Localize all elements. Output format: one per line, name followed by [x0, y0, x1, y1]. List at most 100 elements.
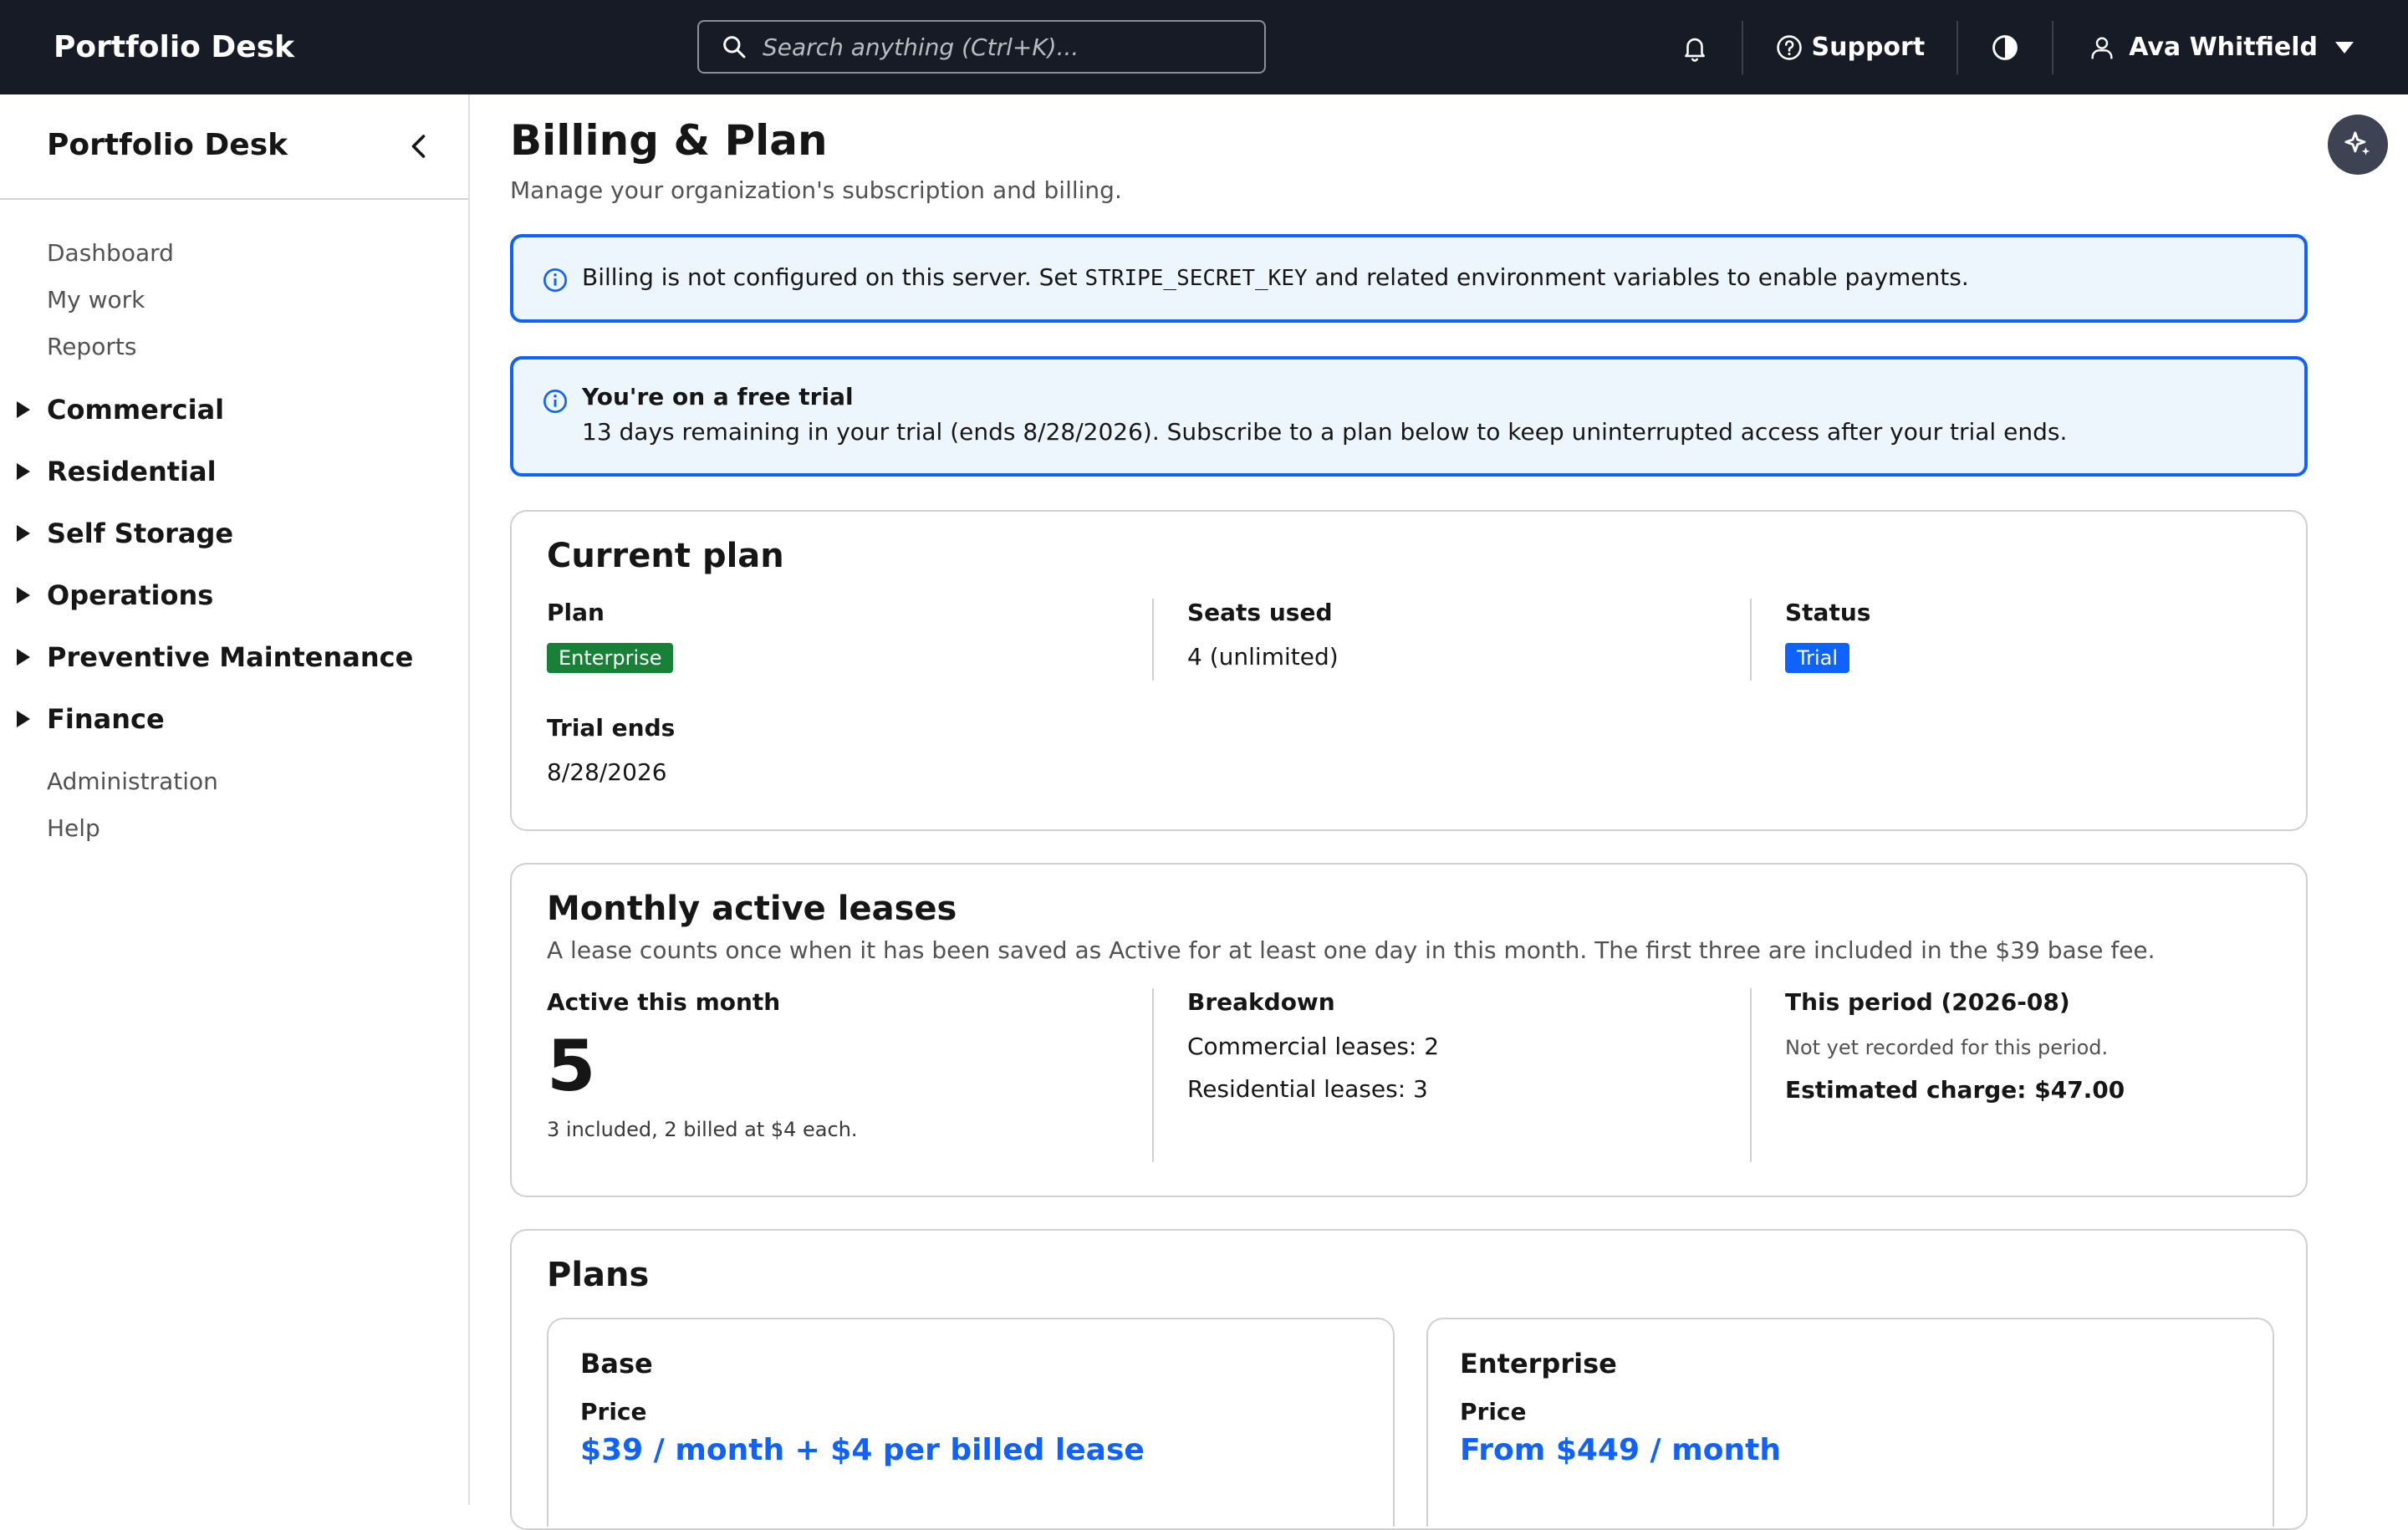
- current-plan-card: Current plan Plan Enterprise Seats used …: [510, 510, 2308, 831]
- search-icon: [723, 36, 746, 59]
- info-icon: [543, 268, 567, 292]
- trial-ends-label: Trial ends: [547, 714, 676, 742]
- page-subtitle: Manage your organization's subscription …: [510, 176, 1122, 204]
- plan-price-label: Price: [1460, 1398, 1527, 1425]
- sidebar-group-residential[interactable]: Residential: [0, 441, 468, 502]
- theme-toggle-button[interactable]: [1958, 0, 2052, 94]
- env-var-code: STRIPE_SECRET_KEY: [1084, 266, 1308, 291]
- plan-option-base[interactable]: Base Price $39 / month + $4 per billed l…: [547, 1318, 1395, 1527]
- user-name: Ava Whitfield: [2129, 33, 2318, 62]
- notice-text-after: and related environment variables to ena…: [1307, 263, 1969, 291]
- notifications-button[interactable]: [1648, 0, 1742, 94]
- plans-title: Plans: [547, 1256, 650, 1294]
- trial-notice-body: 13 days remaining in your trial (ends 8/…: [582, 418, 2068, 446]
- plan-price: From $449 / month: [1460, 1433, 1781, 1467]
- sidebar-group-finance[interactable]: Finance: [0, 688, 468, 750]
- active-count-value: 5: [547, 1025, 596, 1107]
- caret-right-icon: [17, 463, 30, 480]
- sidebar-item-administration[interactable]: Administration: [0, 758, 468, 805]
- caret-right-icon: [17, 587, 30, 604]
- active-leases-description: A lease counts once when it has been sav…: [547, 936, 2155, 964]
- info-icon: [543, 390, 567, 413]
- plan-name: Enterprise: [1460, 1348, 1617, 1380]
- seats-label: Seats used: [1187, 599, 1333, 626]
- plan-label: Plan: [547, 599, 605, 626]
- this-period-field: This period (2026-08) Not yet recorded f…: [1785, 988, 2125, 1104]
- trial-ends-value: 8/28/2026: [547, 758, 667, 786]
- current-plan-title: Current plan: [547, 537, 784, 575]
- sidebar-group-commercial[interactable]: Commercial: [0, 379, 468, 441]
- plan-option-enterprise[interactable]: Enterprise Price From $449 / month: [1426, 1318, 2274, 1527]
- sidebar-nav: Dashboard My work Reports Commercial Res…: [0, 200, 468, 852]
- plan-field: Plan Enterprise: [547, 599, 674, 673]
- sidebar-item-help[interactable]: Help: [0, 805, 468, 852]
- support-button[interactable]: Support: [1743, 0, 1957, 94]
- sidebar-group-label: Preventive Maintenance: [47, 641, 414, 673]
- status-badge: Trial: [1785, 643, 1850, 673]
- breakdown-label: Breakdown: [1187, 988, 1335, 1016]
- sparkle-icon: [2344, 131, 2370, 156]
- estimated-charge: Estimated charge: $47.00: [1785, 1076, 2125, 1104]
- sidebar-item-dashboard[interactable]: Dashboard: [0, 230, 468, 277]
- user-icon: [2091, 36, 2113, 59]
- brand-name[interactable]: Portfolio Desk: [54, 0, 294, 94]
- sidebar-item-reports[interactable]: Reports: [0, 324, 468, 370]
- page-title: Billing & Plan: [510, 116, 828, 165]
- caret-right-icon: [17, 711, 30, 727]
- plan-price: $39 / month + $4 per billed lease: [580, 1433, 1145, 1467]
- top-bar: Portfolio Desk Search anything (Ctrl+K).…: [0, 0, 2408, 94]
- trial-notice: You're on a free trial 13 days remaining…: [510, 356, 2308, 477]
- divider: [1152, 599, 1154, 681]
- caret-down-icon: [2335, 41, 2354, 54]
- top-actions: Support Ava Whitfield: [1648, 0, 2408, 94]
- user-menu-button[interactable]: Ava Whitfield: [2053, 0, 2408, 94]
- sidebar-item-my-work[interactable]: My work: [0, 277, 468, 324]
- active-leases-title: Monthly active leases: [547, 890, 957, 928]
- active-this-month-label: Active this month: [547, 988, 781, 1016]
- commercial-leases-value: Commercial leases: 2: [1187, 1033, 1440, 1060]
- active-leases-card: Monthly active leases A lease counts onc…: [510, 863, 2308, 1197]
- notice-text-before: Billing is not configured on this server…: [582, 263, 1085, 291]
- status-label: Status: [1785, 599, 1871, 626]
- seats-field: Seats used 4 (unlimited): [1187, 599, 1339, 671]
- active-this-month-field: Active this month 5 3 included, 2 billed…: [547, 988, 858, 1141]
- bell-icon: [1684, 38, 1705, 62]
- sidebar-title: Portfolio Desk: [47, 128, 288, 162]
- plan-name: Base: [580, 1348, 653, 1380]
- help-circle-icon: [1776, 34, 1802, 60]
- sidebar-group-label: Residential: [47, 456, 217, 487]
- divider: [1152, 988, 1154, 1162]
- sidebar-header: Portfolio Desk: [0, 94, 468, 200]
- divider: [1750, 988, 1752, 1162]
- ai-assistant-button[interactable]: [2328, 115, 2388, 175]
- plan-price-label: Price: [580, 1398, 647, 1425]
- breakdown-field: Breakdown Commercial leases: 2 Residenti…: [1187, 988, 1439, 1103]
- plans-card: Plans Base Price $39 / month + $4 per bi…: [510, 1229, 2308, 1530]
- sidebar-group-label: Self Storage: [47, 518, 234, 549]
- trial-ends-field: Trial ends 8/28/2026: [547, 714, 675, 786]
- sidebar-group-label: Finance: [47, 703, 165, 735]
- main-content: Billing & Plan Manage your organization'…: [470, 94, 2408, 1530]
- search-placeholder: Search anything (Ctrl+K)...: [763, 33, 1079, 61]
- support-label: Support: [1811, 33, 1926, 62]
- sidebar-group-operations[interactable]: Operations: [0, 564, 468, 626]
- divider: [1750, 599, 1752, 681]
- trial-notice-title: You're on a free trial: [582, 383, 854, 411]
- residential-leases-value: Residential leases: 3: [1187, 1075, 1428, 1103]
- sidebar-group-label: Operations: [47, 579, 214, 611]
- chevron-left-icon[interactable]: [405, 131, 435, 161]
- caret-right-icon: [17, 649, 30, 666]
- sidebar: Portfolio Desk Dashboard My work Reports…: [0, 94, 470, 1505]
- period-note: Not yet recorded for this period.: [1785, 1036, 2109, 1059]
- plan-badge: Enterprise: [547, 643, 674, 673]
- status-field: Status Trial: [1785, 599, 1870, 673]
- sidebar-group-self-storage[interactable]: Self Storage: [0, 502, 468, 564]
- billing-config-notice: Billing is not configured on this server…: [510, 234, 2308, 323]
- sidebar-group-preventive-maintenance[interactable]: Preventive Maintenance: [0, 626, 468, 688]
- sidebar-group-label: Commercial: [47, 394, 225, 426]
- search-input[interactable]: Search anything (Ctrl+K)...: [697, 20, 1266, 74]
- this-period-label: This period (2026-08): [1785, 988, 2070, 1016]
- active-count-note: 3 included, 2 billed at $4 each.: [547, 1118, 858, 1141]
- seats-value: 4 (unlimited): [1187, 643, 1339, 671]
- contrast-icon: [1992, 34, 2018, 60]
